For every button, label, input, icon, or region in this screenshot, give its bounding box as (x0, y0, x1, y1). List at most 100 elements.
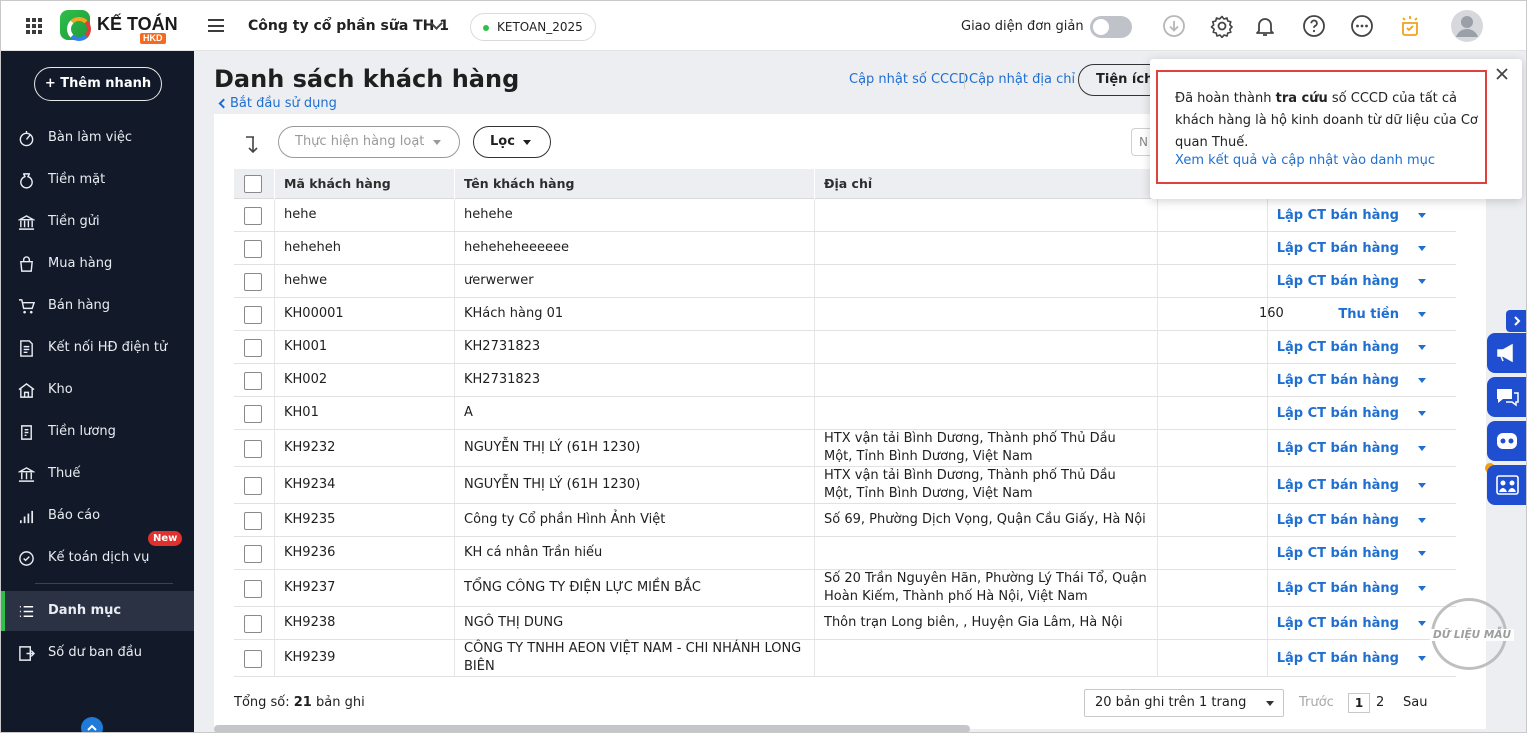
table-row[interactable]: KH9235 Công ty Cổ phần Hình Ảnh Việt Số 69… (234, 504, 1456, 537)
company-selector[interactable]: Công ty cổ phần sữa TH 1 (248, 18, 449, 34)
row-action-link[interactable]: Lập CT bán hàng (1277, 545, 1399, 563)
sidebar-item-payroll[interactable]: Tiền lương (1, 412, 194, 452)
row-action-link[interactable]: Lập CT bán hàng (1277, 372, 1399, 390)
row-action-link[interactable]: Lập CT bán hàng (1277, 207, 1399, 225)
notification-bell-icon[interactable] (1253, 14, 1277, 38)
row-checkbox[interactable] (244, 614, 262, 633)
caret-down-icon[interactable] (1418, 586, 1426, 591)
row-action-link[interactable]: Lập CT bán hàng (1277, 615, 1399, 633)
table-row[interactable]: KH9237 TỔNG CÔNG TY ĐIỆN LỰC MIỀN BẮC Số 2… (234, 570, 1456, 607)
row-action-link[interactable]: Lập CT bán hàng (1277, 405, 1399, 423)
column-header-name[interactable]: Tên khách hàng (454, 169, 574, 199)
rail-expand-button[interactable] (1506, 310, 1526, 332)
table-row[interactable]: KH00001 KHách hàng 01 160 Thu tiền (234, 298, 1456, 331)
page-2-button[interactable]: 2 (1376, 695, 1384, 710)
row-checkbox[interactable] (244, 649, 262, 668)
caret-down-icon[interactable] (1418, 518, 1426, 523)
light-bulb-icon[interactable] (1398, 14, 1422, 38)
chevron-left-icon[interactable] (218, 98, 229, 109)
column-header-code[interactable]: Mã khách hàng (274, 169, 391, 199)
sidebar-item-service-accounting[interactable]: Kế toán dịch vụ New (1, 531, 194, 578)
row-action-link[interactable]: Lập CT bán hàng (1277, 650, 1399, 668)
quick-add-button[interactable]: + Thêm nhanh (34, 67, 162, 101)
row-action-link[interactable]: Lập CT bán hàng (1277, 273, 1399, 291)
table-row[interactable]: KH9232 NGUYỄN THỊ LÝ (61H 1230) HTX vận tả… (234, 430, 1456, 467)
update-address-link[interactable]: Cập nhật địa chỉ (969, 72, 1075, 87)
close-icon[interactable] (1495, 67, 1509, 81)
table-row[interactable]: KH01 A Lập CT bán hàng (234, 397, 1456, 430)
sidebar-item-purchase[interactable]: Mua hàng (1, 244, 194, 284)
simple-ui-toggle[interactable] (1090, 16, 1132, 38)
row-checkbox[interactable] (244, 272, 262, 291)
sidebar-item-report[interactable]: Báo cáo (1, 496, 194, 536)
caret-down-icon[interactable] (1418, 378, 1426, 383)
app-launcher-icon[interactable] (26, 18, 42, 34)
caret-down-icon[interactable] (1418, 621, 1426, 626)
horizontal-scrollbar[interactable] (214, 725, 970, 732)
sidebar-item-catalog[interactable]: Danh mục (1, 591, 194, 631)
row-action-link[interactable]: Lập CT bán hàng (1277, 240, 1399, 258)
sort-icon[interactable] (244, 135, 262, 155)
row-action-link[interactable]: Lập CT bán hàng (1277, 477, 1399, 495)
chat-button[interactable] (1487, 377, 1526, 417)
column-header-address[interactable]: Địa chỉ (814, 169, 872, 199)
row-checkbox[interactable] (244, 511, 262, 530)
row-action-link[interactable]: Thu tiền (1338, 306, 1399, 324)
row-checkbox[interactable] (244, 439, 262, 458)
batch-action-button[interactable]: Thực hiện hàng loạt (278, 126, 460, 158)
row-checkbox[interactable] (244, 544, 262, 563)
row-checkbox[interactable] (244, 305, 262, 324)
avatar[interactable] (1451, 10, 1483, 42)
update-cccd-link[interactable]: Cập nhật số CCCD (849, 72, 968, 87)
row-checkbox[interactable] (244, 476, 262, 495)
getting-started-link[interactable]: Bắt đầu sử dụng (230, 96, 337, 111)
table-row[interactable]: hehwe ưerwerwer Lập CT bán hàng (234, 265, 1456, 298)
table-row[interactable]: hehe hehehe Lập CT bán hàng (234, 199, 1456, 232)
table-row[interactable]: KH9238 NGÔ THỊ DUNG Thôn trạn Long biên, ,… (234, 607, 1456, 640)
page-size-select[interactable]: 20 bản ghi trên 1 trang (1084, 689, 1284, 717)
row-action-link[interactable]: Lập CT bán hàng (1277, 512, 1399, 530)
caret-down-icon[interactable] (1418, 656, 1426, 661)
prev-page-button[interactable]: Trước (1299, 695, 1334, 710)
row-checkbox[interactable] (244, 338, 262, 357)
menu-toggle-icon[interactable] (208, 19, 224, 32)
settings-gear-icon[interactable] (1210, 14, 1234, 38)
sidebar-item-tax[interactable]: Thuế (1, 454, 194, 494)
caret-down-icon[interactable] (1418, 312, 1426, 317)
caret-down-icon[interactable] (1418, 213, 1426, 218)
caret-down-icon[interactable] (1418, 246, 1426, 251)
row-checkbox[interactable] (244, 579, 262, 598)
sidebar-item-sales[interactable]: Bán hàng (1, 286, 194, 326)
sidebar-item-opening-balance[interactable]: Số dư ban đầu (1, 633, 194, 673)
community-button[interactable] (1487, 465, 1526, 505)
announcement-button[interactable] (1487, 333, 1526, 373)
more-options-icon[interactable] (1350, 14, 1374, 38)
caret-down-icon[interactable] (1418, 446, 1426, 451)
select-all-checkbox[interactable] (244, 175, 262, 193)
next-page-button[interactable]: Sau (1403, 695, 1427, 710)
table-row[interactable]: KH001 KH2731823 Lập CT bán hàng (234, 331, 1456, 364)
table-row[interactable]: KH002 KH2731823 Lập CT bán hàng (234, 364, 1456, 397)
assistant-button[interactable] (1487, 421, 1526, 461)
row-checkbox[interactable] (244, 239, 262, 258)
view-results-link[interactable]: Xem kết quả và cập nhật vào danh mục (1175, 153, 1435, 168)
sidebar-item-dashboard[interactable]: Bàn làm việc (1, 118, 194, 158)
caret-down-icon[interactable] (1418, 483, 1426, 488)
row-action-link[interactable]: Lập CT bán hàng (1277, 580, 1399, 598)
help-icon[interactable] (1302, 14, 1326, 38)
sidebar-item-e-invoice[interactable]: Kết nối HĐ điện tử (1, 328, 194, 368)
caret-down-icon[interactable] (1418, 279, 1426, 284)
row-checkbox[interactable] (244, 206, 262, 225)
sidebar-item-deposit[interactable]: Tiền gửi (1, 202, 194, 242)
table-row[interactable]: KH9239 CÔNG TY TNHH AEON VIỆT NAM - CHI N… (234, 640, 1456, 677)
caret-down-icon[interactable] (1418, 345, 1426, 350)
sidebar-item-warehouse[interactable]: Kho (1, 370, 194, 410)
database-pill[interactable]: KETOAN_2025 (470, 13, 596, 41)
table-row[interactable]: heheheh heheheheeeeee Lập CT bán hàng (234, 232, 1456, 265)
row-action-link[interactable]: Lập CT bán hàng (1277, 440, 1399, 458)
row-action-link[interactable]: Lập CT bán hàng (1277, 339, 1399, 357)
caret-down-icon[interactable] (1418, 551, 1426, 556)
download-icon[interactable] (1162, 14, 1186, 38)
table-row[interactable]: KH9234 NGUYỄN THỊ LÝ (61H 1230) HTX vận tả… (234, 467, 1456, 504)
sidebar-item-cash[interactable]: Tiền mặt (1, 160, 194, 200)
